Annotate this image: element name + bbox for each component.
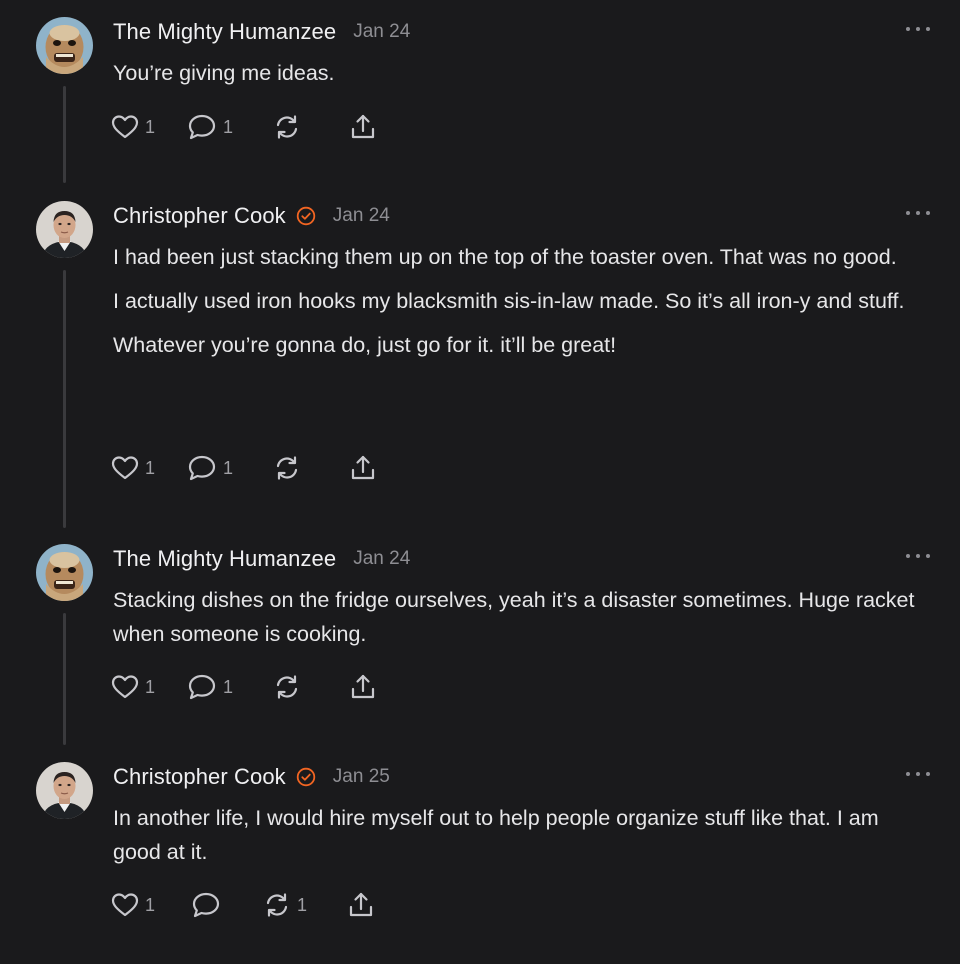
more-options-icon[interactable] <box>906 207 930 219</box>
like-count: 1 <box>145 116 156 137</box>
more-options-icon[interactable] <box>906 23 930 35</box>
comment-header: Christopher Cook Jan 25 <box>113 762 390 792</box>
comment-body: I had been just stacking them up on the … <box>113 240 923 372</box>
share-button[interactable] <box>347 890 375 920</box>
comment-icon <box>188 674 216 700</box>
restack-button[interactable] <box>273 672 301 702</box>
more-options-icon[interactable] <box>906 550 930 562</box>
author-name[interactable]: The Mighty Humanzee <box>113 19 336 45</box>
comment-body: You’re giving me ideas. <box>113 56 923 100</box>
comment-paragraph: Stacking dishes on the fridge ourselves,… <box>113 588 915 646</box>
avatar[interactable] <box>36 544 93 601</box>
comment-icon <box>188 455 216 481</box>
heart-icon <box>111 893 139 917</box>
author-name[interactable]: The Mighty Humanzee <box>113 546 336 572</box>
comment-date[interactable]: Jan 25 <box>333 766 390 788</box>
restack-icon <box>276 115 298 139</box>
heart-icon <box>111 675 139 699</box>
reply-button[interactable]: 1 <box>187 112 233 142</box>
comment-actions: 1 1 <box>111 112 377 142</box>
restack-icon <box>276 456 298 480</box>
author-name[interactable]: Christopher Cook <box>113 203 286 229</box>
restack-icon <box>266 893 288 917</box>
thread-line <box>63 86 66 183</box>
comment-header: The Mighty Humanzee Jan 24 <box>113 544 410 574</box>
share-button[interactable] <box>349 672 377 702</box>
reply-count: 1 <box>223 457 234 478</box>
comment-paragraph: Whatever you’re gonna do, just go for it… <box>113 333 617 357</box>
restack-icon <box>276 675 298 699</box>
comment-date[interactable]: Jan 24 <box>353 21 410 43</box>
heart-icon <box>111 456 139 480</box>
comment-header: The Mighty Humanzee Jan 24 <box>113 17 410 47</box>
comment-icon <box>188 114 216 140</box>
comment-paragraph: In another life, I would hire myself out… <box>113 806 879 864</box>
comment-header: Christopher Cook Jan 24 <box>113 201 390 231</box>
comment-paragraph: I actually used iron hooks my blacksmith… <box>113 289 905 313</box>
heart-icon <box>111 115 139 139</box>
comment-icon <box>192 892 220 918</box>
share-button[interactable] <box>349 453 377 483</box>
thread-line <box>63 270 66 528</box>
comment-date[interactable]: Jan 24 <box>353 548 410 570</box>
restack-button[interactable] <box>273 453 301 483</box>
comment-actions: 1 1 <box>111 672 377 702</box>
reply-count: 1 <box>223 676 234 697</box>
like-count: 1 <box>145 894 156 915</box>
comment-body: In another life, I would hire myself out… <box>113 801 923 879</box>
more-options-icon[interactable] <box>906 768 930 780</box>
like-button[interactable]: 1 <box>111 453 155 483</box>
share-button[interactable] <box>349 112 377 142</box>
avatar[interactable] <box>36 201 93 258</box>
comment-actions: 1 1 <box>111 453 377 483</box>
avatar[interactable] <box>36 17 93 74</box>
verified-badge-icon <box>296 206 316 226</box>
reply-button[interactable] <box>191 890 221 920</box>
avatar[interactable] <box>36 762 93 819</box>
verified-badge-icon <box>296 767 316 787</box>
reply-button[interactable]: 1 <box>187 672 233 702</box>
like-button[interactable]: 1 <box>111 112 155 142</box>
comment-actions: 1 1 <box>111 890 375 920</box>
comment-body: Stacking dishes on the fridge ourselves,… <box>113 583 923 661</box>
comment-paragraph: I had been just stacking them up on the … <box>113 245 897 269</box>
restack-count: 1 <box>297 894 308 915</box>
like-button[interactable]: 1 <box>111 890 155 920</box>
comment-paragraph: You’re giving me ideas. <box>113 61 335 85</box>
like-count: 1 <box>145 457 156 478</box>
share-icon <box>351 114 375 139</box>
comment-thread: The Mighty Humanzee Jan 24 You’re giving… <box>0 0 960 964</box>
like-button[interactable]: 1 <box>111 672 155 702</box>
share-icon <box>349 892 373 917</box>
thread-line <box>63 613 66 745</box>
like-count: 1 <box>145 676 156 697</box>
reply-count: 1 <box>223 116 234 137</box>
comment-date[interactable]: Jan 24 <box>333 205 390 227</box>
author-name[interactable]: Christopher Cook <box>113 764 286 790</box>
share-icon <box>351 674 375 699</box>
restack-button[interactable] <box>273 112 301 142</box>
reply-button[interactable]: 1 <box>187 453 233 483</box>
share-icon <box>351 455 375 480</box>
restack-button[interactable]: 1 <box>263 890 307 920</box>
